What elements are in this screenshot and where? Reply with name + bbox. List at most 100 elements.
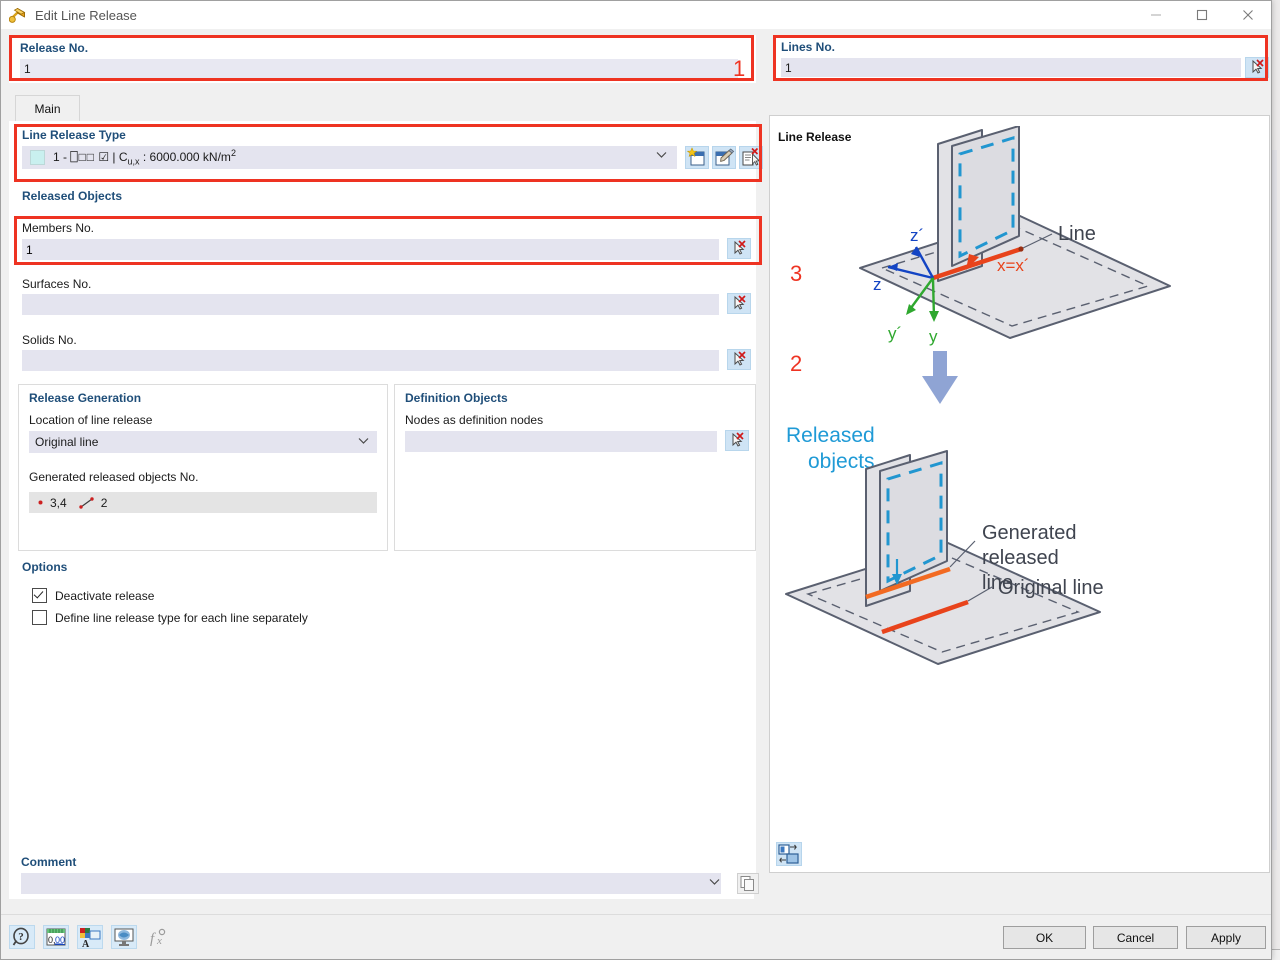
define-type-per-line-checkbox[interactable]: Define line release type for each line s… bbox=[32, 610, 308, 625]
solids-no-pick-button[interactable] bbox=[727, 349, 751, 370]
edit-line-release-type-button[interactable] bbox=[712, 146, 736, 169]
surfaces-no-label: Surfaces No. bbox=[22, 277, 91, 291]
release-generation-panel: Release Generation Location of line rele… bbox=[18, 384, 388, 551]
lrt-suffix: | C bbox=[109, 150, 127, 164]
label-generated-2: released bbox=[982, 547, 1059, 569]
comment-input[interactable] bbox=[21, 873, 721, 894]
label-y: y bbox=[929, 327, 938, 346]
line-release-type-color-swatch bbox=[30, 150, 45, 165]
checkbox-icon bbox=[32, 610, 47, 625]
dialog-title-bar: Edit Line Release bbox=[1, 1, 1271, 29]
dialog-title: Edit Line Release bbox=[35, 8, 137, 23]
deactivate-release-checkbox[interactable]: Deactivate release bbox=[32, 588, 154, 603]
label-y-prime: y´ bbox=[888, 324, 902, 343]
help-icon[interactable]: ? bbox=[9, 925, 35, 949]
definition-objects-panel: Definition Objects Nodes as definition n… bbox=[394, 384, 756, 551]
ok-button[interactable]: OK bbox=[1003, 926, 1086, 949]
line-release-icon bbox=[9, 6, 27, 24]
location-of-line-release-value: Original line bbox=[35, 435, 98, 449]
maximize-button[interactable] bbox=[1179, 1, 1225, 29]
line-release-type-selected-text: 1 - ⎕□□ ☑ | Cu,x : 6000.000 kN/m2 bbox=[53, 148, 236, 166]
lrt-prefix: 1 - bbox=[53, 150, 70, 164]
line-release-type-combobox[interactable]: 1 - ⎕□□ ☑ | Cu,x : 6000.000 kN/m2 bbox=[22, 146, 677, 169]
generated-nodes-value: 3,4 bbox=[50, 496, 67, 510]
nodes-as-definition-nodes-pick-button[interactable] bbox=[725, 430, 749, 451]
released-objects-section-label: Released Objects bbox=[22, 189, 122, 203]
toggle-graphic-button[interactable] bbox=[776, 842, 802, 866]
line-release-type-section-label: Line Release Type bbox=[22, 128, 126, 142]
lrt-subscript: u,x bbox=[128, 157, 140, 167]
comment-group: Comment bbox=[9, 851, 754, 899]
define-type-per-line-label: Define line release type for each line s… bbox=[55, 611, 308, 625]
lines-no-label: Lines No. bbox=[781, 40, 835, 54]
window-controls bbox=[1133, 1, 1271, 29]
checkbox-icon bbox=[32, 588, 47, 603]
transition-arrow bbox=[922, 351, 958, 404]
members-no-label: Members No. bbox=[22, 221, 94, 235]
node-point-icon bbox=[37, 499, 44, 506]
label-z-prime: z´ bbox=[910, 226, 924, 245]
chevron-down-icon bbox=[358, 437, 369, 445]
surfaces-no-pick-button[interactable] bbox=[727, 293, 751, 314]
lines-no-pick-button[interactable] bbox=[1245, 57, 1269, 78]
lrt-superscript: 2 bbox=[231, 148, 236, 158]
label-original-line: Original line bbox=[998, 577, 1104, 599]
line-release-illustration: Line x=x´ z z´ y y´ Released objects bbox=[770, 126, 1269, 826]
comment-label: Comment bbox=[21, 855, 76, 869]
location-of-line-release-combobox[interactable]: Original line bbox=[29, 431, 377, 453]
svg-text:A: A bbox=[82, 939, 90, 948]
annotation-number-3: 3 bbox=[790, 261, 802, 287]
solids-no-input[interactable] bbox=[22, 350, 719, 371]
location-of-line-release-label: Location of line release bbox=[29, 413, 152, 427]
svg-text:x: x bbox=[156, 935, 162, 947]
line-segment-icon bbox=[79, 497, 95, 509]
visibility-icon[interactable] bbox=[111, 925, 137, 949]
display-properties-icon[interactable]: A bbox=[77, 925, 103, 949]
main-tab-panel: Line Release Type 1 - ⎕□□ ☑ | Cu,x : 600… bbox=[9, 121, 756, 873]
formula-icon[interactable]: f x bbox=[145, 925, 171, 949]
solids-no-label: Solids No. bbox=[22, 333, 77, 347]
graphic-preview-panel: Line Release Line x=x´ z bbox=[769, 115, 1270, 873]
annotation-number-2: 2 bbox=[790, 351, 802, 377]
lrt-tail: : 6000.000 kN/m bbox=[140, 150, 231, 164]
annotation-number-1: 1 bbox=[733, 56, 745, 82]
close-button[interactable] bbox=[1225, 1, 1271, 29]
tab-strip: Main bbox=[9, 95, 754, 121]
cancel-button[interactable]: Cancel bbox=[1093, 926, 1178, 949]
edit-line-release-dialog: Edit Line Release Release No. 1 Lines No… bbox=[0, 0, 1272, 960]
release-no-input[interactable] bbox=[20, 59, 738, 78]
chevron-down-icon bbox=[656, 151, 667, 159]
new-line-release-type-button[interactable] bbox=[685, 146, 709, 169]
generated-released-objects-list[interactable]: 3,4 2 bbox=[29, 492, 377, 513]
options-section-label: Options bbox=[22, 560, 67, 574]
label-generated-1: Generated bbox=[982, 522, 1077, 544]
deactivate-release-label: Deactivate release bbox=[55, 589, 154, 603]
members-no-pick-button[interactable] bbox=[727, 238, 751, 259]
label-line: Line bbox=[1058, 223, 1096, 245]
comment-copy-button[interactable] bbox=[737, 873, 759, 894]
surfaces-no-input[interactable] bbox=[22, 294, 719, 315]
lines-no-group: Lines No. bbox=[773, 35, 1268, 81]
minimize-button[interactable] bbox=[1133, 1, 1179, 29]
members-no-input[interactable] bbox=[22, 239, 719, 260]
apply-button[interactable]: Apply bbox=[1186, 926, 1266, 949]
svg-text:?: ? bbox=[18, 931, 24, 943]
generated-lines-value: 2 bbox=[101, 496, 108, 510]
nodes-as-definition-nodes-input[interactable] bbox=[405, 431, 717, 452]
dialog-bottom-bar: ? 0, 00 A bbox=[1, 914, 1271, 959]
generated-released-objects-label: Generated released objects No. bbox=[29, 470, 198, 484]
label-z: z bbox=[873, 275, 882, 294]
label-released-objects-2: objects bbox=[808, 450, 875, 473]
label-x-axis: x=x´ bbox=[997, 256, 1030, 275]
label-released-objects-1: Released bbox=[786, 424, 875, 447]
tab-main[interactable]: Main bbox=[15, 95, 80, 122]
definition-objects-section-label: Definition Objects bbox=[405, 391, 508, 405]
units-icon[interactable]: 0, 00 bbox=[43, 925, 69, 949]
release-generation-section-label: Release Generation bbox=[29, 391, 141, 405]
release-no-group: Release No. bbox=[9, 35, 756, 83]
delete-line-release-type-button[interactable] bbox=[739, 146, 763, 169]
release-no-label: Release No. bbox=[20, 41, 88, 55]
lines-no-input[interactable] bbox=[781, 58, 1241, 77]
nodes-as-definition-nodes-label: Nodes as definition nodes bbox=[405, 413, 543, 427]
svg-text:f: f bbox=[150, 931, 156, 947]
